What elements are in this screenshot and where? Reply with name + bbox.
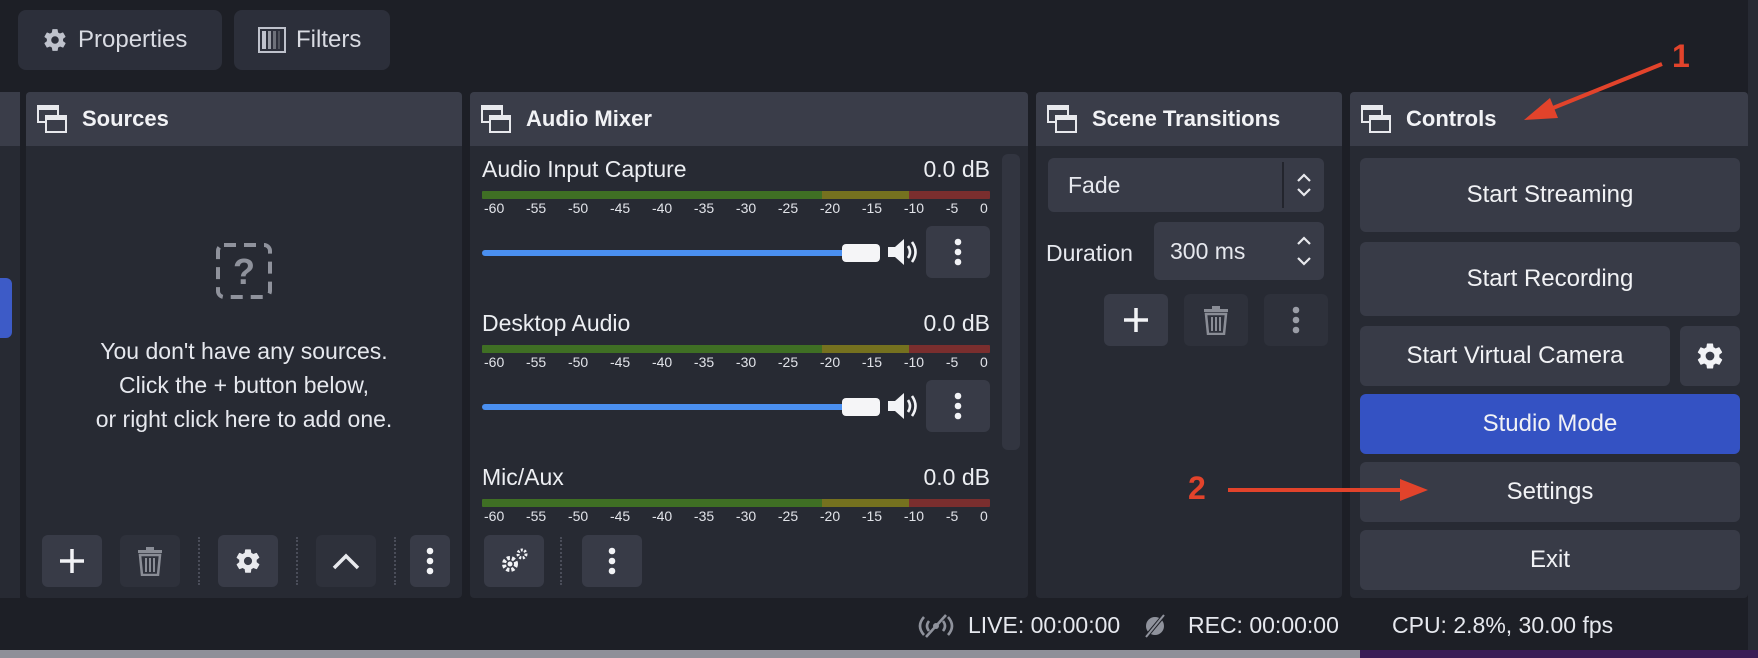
obs-window: Properties Filters Sources ? You don't h… [0,0,1758,658]
annotation-arrows [1228,62,1663,501]
annotation-label-2: 2 [1188,470,1206,506]
annotation-arrow-2 [1228,479,1428,501]
annotation-arrow-1 [1524,62,1663,120]
annotation-label-1: 1 [1672,38,1690,74]
